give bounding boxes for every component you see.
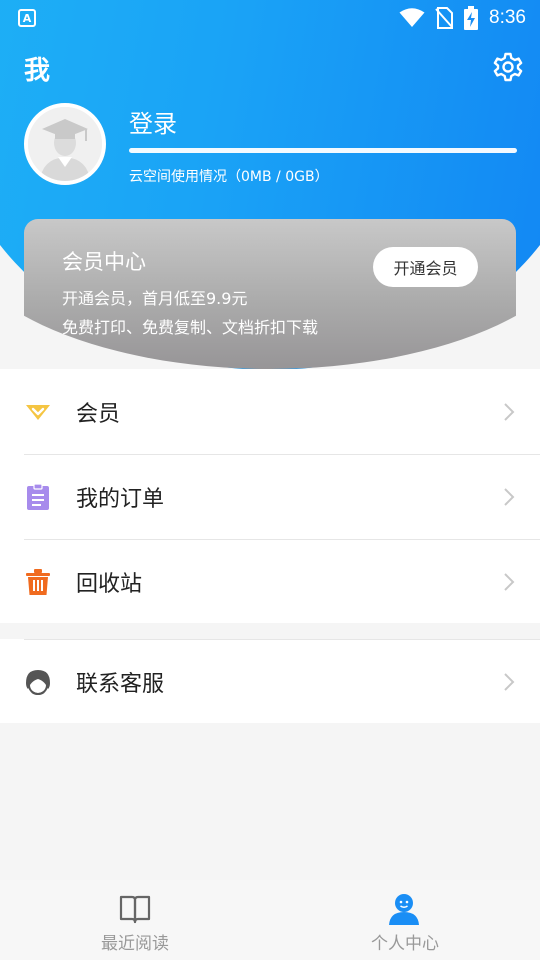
- menu-item-recycle-bin[interactable]: 回收站: [0, 539, 540, 624]
- chevron-right-icon: [504, 572, 515, 591]
- menu-item-label: 我的订单: [76, 486, 165, 512]
- menu-group-support: 联系客服: [0, 639, 540, 723]
- chevron-right-icon: [504, 487, 515, 506]
- menu-item-label: 联系客服: [76, 671, 165, 697]
- book-icon: [119, 895, 151, 924]
- trash-icon: [26, 568, 50, 595]
- battery-charging-icon: [464, 6, 479, 30]
- open-vip-button[interactable]: 开通会员: [373, 247, 478, 287]
- clipboard-icon: [27, 482, 49, 510]
- diamond-icon: [26, 404, 50, 420]
- clock: 8:36: [489, 7, 526, 28]
- avatar[interactable]: [24, 103, 106, 185]
- bottom-navigation: 最近阅读 个人中心: [0, 880, 540, 960]
- cloud-usage-text: 云空间使用情况（0MB / 0GB）: [129, 169, 329, 185]
- no-sim-icon: [435, 7, 454, 29]
- menu-item-orders[interactable]: 我的订单: [0, 454, 540, 539]
- tab-personal-center[interactable]: 个人中心: [270, 880, 540, 960]
- page-title: 我: [24, 56, 51, 86]
- login-link[interactable]: 登录: [129, 104, 177, 139]
- menu-group-main: 会员 我的订单 回收站: [0, 369, 540, 623]
- tab-recent-reading[interactable]: 最近阅读: [0, 880, 270, 960]
- gear-icon[interactable]: [492, 51, 524, 83]
- menu-item-vip[interactable]: 会员: [0, 369, 540, 454]
- menu-item-label: 回收站: [76, 571, 143, 597]
- wifi-icon: [399, 8, 425, 27]
- graduate-avatar-icon: [28, 107, 102, 181]
- cloud-usage-bar: [129, 148, 517, 153]
- app-notification-icon: A: [18, 9, 36, 27]
- tab-label: 最近阅读: [101, 934, 169, 954]
- chevron-right-icon: [504, 402, 515, 421]
- status-bar: A 8:36: [0, 0, 540, 36]
- vip-card-promo: 开通会员，首月低至9.9元: [62, 289, 248, 308]
- vip-card-benefits: 免费打印、免费复制、文档折扣下载: [62, 318, 319, 337]
- customer-service-icon: [26, 669, 50, 695]
- chevron-right-icon: [504, 672, 515, 691]
- vip-card-title: 会员中心: [62, 250, 146, 274]
- menu-item-label: 会员: [76, 401, 121, 427]
- menu-item-customer-service[interactable]: 联系客服: [0, 639, 540, 724]
- person-icon: [389, 894, 419, 925]
- tab-label: 个人中心: [371, 934, 439, 954]
